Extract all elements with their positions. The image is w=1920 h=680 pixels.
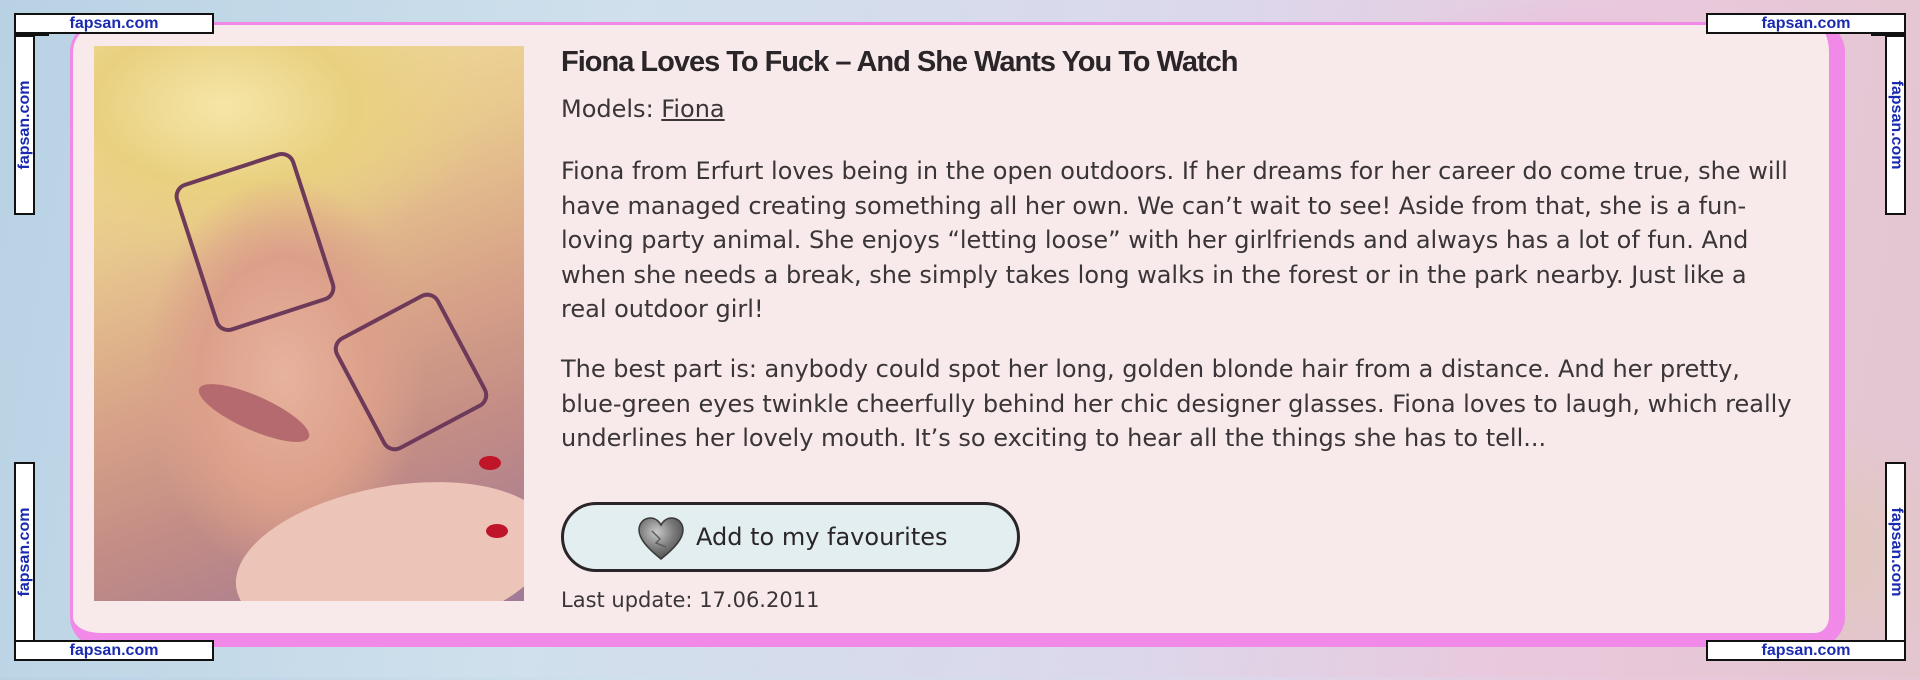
watermark-vertical: fapsan.com	[1885, 462, 1906, 642]
photo-glasses	[170, 148, 340, 336]
photo-nail	[479, 456, 501, 470]
description-paragraph: The best part is: anybody could spot her…	[561, 355, 1792, 452]
model-photo[interactable]	[94, 46, 524, 601]
page-title: Fiona Loves To Fuck – And She Wants You …	[561, 46, 1239, 78]
last-update-label: Last update:	[561, 588, 693, 612]
models-label: Models:	[561, 95, 654, 123]
add-to-favourites-button[interactable]: Add to my favourites	[561, 502, 1020, 572]
photo-lips	[192, 373, 316, 453]
watermark-vertical: fapsan.com	[14, 462, 35, 642]
watermark-label: fapsan.com	[1706, 640, 1906, 661]
heart-icon	[638, 517, 684, 560]
model-link-fiona[interactable]: Fiona	[661, 95, 724, 123]
watermark-label: fapsan.com	[14, 13, 214, 34]
photo-nail	[486, 524, 508, 538]
photo-hand	[223, 459, 524, 601]
watermark-label: fapsan.com	[1706, 13, 1906, 34]
description-paragraph: Fiona from Erfurt loves being in the ope…	[561, 157, 1788, 323]
photo-glasses	[328, 287, 494, 457]
favourites-button-label: Add to my favourites	[696, 523, 948, 551]
models-line: Models: Fiona	[561, 95, 725, 123]
last-update: Last update: 17.06.2011	[561, 588, 819, 612]
last-update-date: 17.06.2011	[699, 588, 820, 612]
watermark-vertical: fapsan.com	[14, 35, 35, 215]
watermark-label: fapsan.com	[14, 640, 214, 661]
watermark-vertical: fapsan.com	[1885, 35, 1906, 215]
